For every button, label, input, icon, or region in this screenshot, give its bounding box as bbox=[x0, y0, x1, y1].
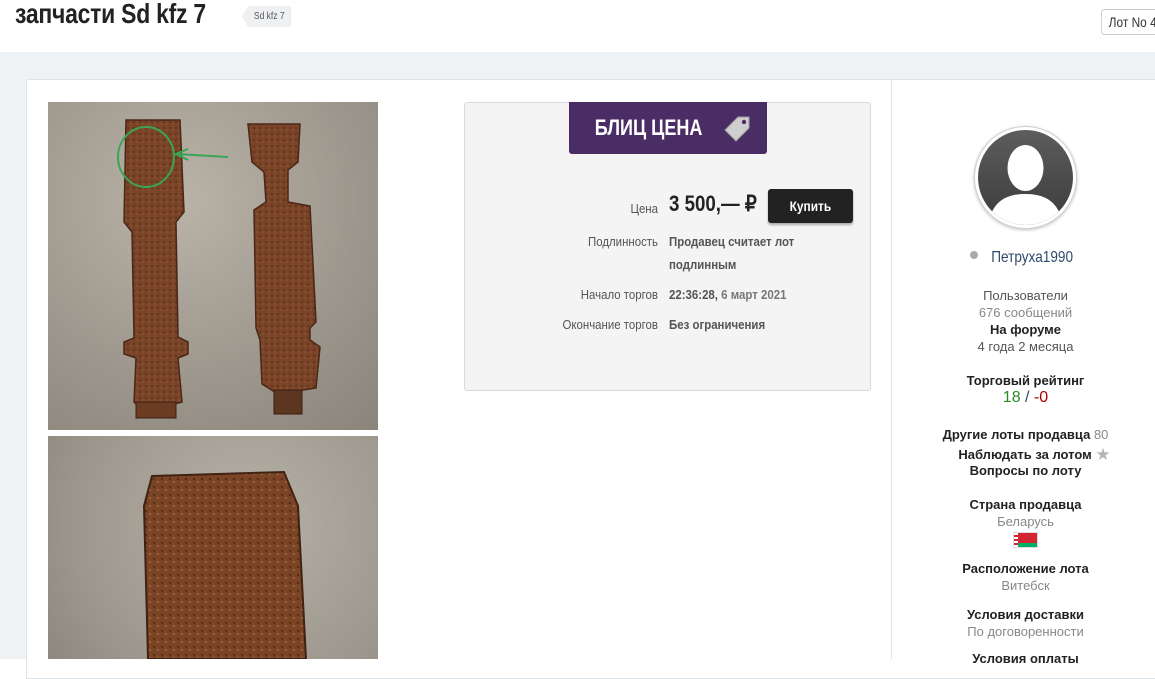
blitz-price-banner: БЛИЦ ЦЕНА bbox=[569, 102, 767, 154]
watch-lot-label[interactable]: Наблюдать за лотом bbox=[958, 447, 1091, 462]
auction-end-value: Без ограничения bbox=[669, 317, 766, 332]
seller-username[interactable]: Петруха1990 bbox=[992, 249, 1074, 267]
trade-rating-value[interactable]: 18 / -0 bbox=[893, 389, 1155, 407]
delivery-terms-label: Условия доставки bbox=[966, 607, 1085, 622]
other-lots-label[interactable]: Другие лоты продавца bbox=[943, 427, 1091, 442]
price-tag-icon bbox=[723, 116, 750, 142]
lot-photo-secondary[interactable] bbox=[48, 436, 378, 659]
tag-chip[interactable]: Sd kfz 7 bbox=[242, 6, 292, 27]
page-title: запчасти Sd kfz 7 bbox=[15, 0, 206, 29]
seller-country-value: Беларусь bbox=[997, 514, 1054, 529]
lot-location-value: Витебск bbox=[1001, 578, 1050, 593]
questions-link[interactable]: Вопросы по лоту bbox=[893, 463, 1155, 478]
authenticity-label: Подлинность bbox=[587, 234, 658, 249]
auction-start-label: Начало торгов bbox=[580, 287, 658, 302]
watch-lot-link[interactable]: Наблюдать за лотом ★ bbox=[902, 445, 1155, 465]
other-lots-count: 80 bbox=[1093, 427, 1109, 442]
seller-country-label: Страна продавца bbox=[969, 497, 1082, 512]
delivery-terms-value: По договоренности bbox=[967, 624, 1084, 639]
offline-dot-icon bbox=[970, 251, 979, 259]
price-label: Цена bbox=[630, 201, 658, 216]
rating-negative: -0 bbox=[1033, 389, 1049, 406]
auction-end-label: Окончание торгов bbox=[562, 317, 658, 332]
on-forum-label: На форуме bbox=[989, 322, 1062, 337]
authenticity-value-line1: Продавец считает лот bbox=[669, 234, 795, 249]
lot-location-label: Расположение лота bbox=[962, 561, 1089, 576]
belarus-flag-icon bbox=[1013, 532, 1038, 548]
rusty-parts-photo bbox=[117, 119, 321, 419]
auction-start-value: 22:36:28, 6 март 2021 bbox=[669, 287, 786, 302]
rating-separator: / bbox=[1025, 389, 1030, 406]
trade-rating-label: Торговый рейтинг bbox=[966, 373, 1085, 388]
on-forum-value: 4 года 2 месяца bbox=[977, 339, 1074, 354]
auction-start-date: 6 март 2021 bbox=[721, 287, 787, 302]
blitz-price-title: БЛИЦ ЦЕНА bbox=[595, 115, 703, 140]
seller-group: Пользователи bbox=[983, 288, 1068, 303]
rating-positive: 18 bbox=[1002, 389, 1021, 406]
rusty-part-closeup bbox=[142, 470, 308, 659]
seller-username-row[interactable]: Петруха1990 bbox=[893, 249, 1155, 267]
lot-number-chip[interactable]: Лот No 4 bbox=[1101, 9, 1155, 35]
buy-button[interactable]: Купить bbox=[768, 189, 853, 223]
seller-divider bbox=[891, 80, 892, 659]
other-lots-link[interactable]: Другие лоты продавца 80 bbox=[893, 427, 1155, 442]
lot-photo-main[interactable] bbox=[48, 102, 378, 430]
user-silhouette-icon bbox=[988, 145, 1063, 225]
authenticity-value-line2: подлинным bbox=[669, 257, 737, 272]
auction-start-time: 22:36:28, bbox=[669, 287, 718, 302]
seller-messages[interactable]: 676 сообщений bbox=[893, 305, 1155, 320]
price-value: 3 500,— ₽ bbox=[669, 191, 757, 216]
seller-avatar[interactable] bbox=[974, 126, 1077, 229]
star-icon[interactable]: ★ bbox=[1095, 445, 1110, 465]
